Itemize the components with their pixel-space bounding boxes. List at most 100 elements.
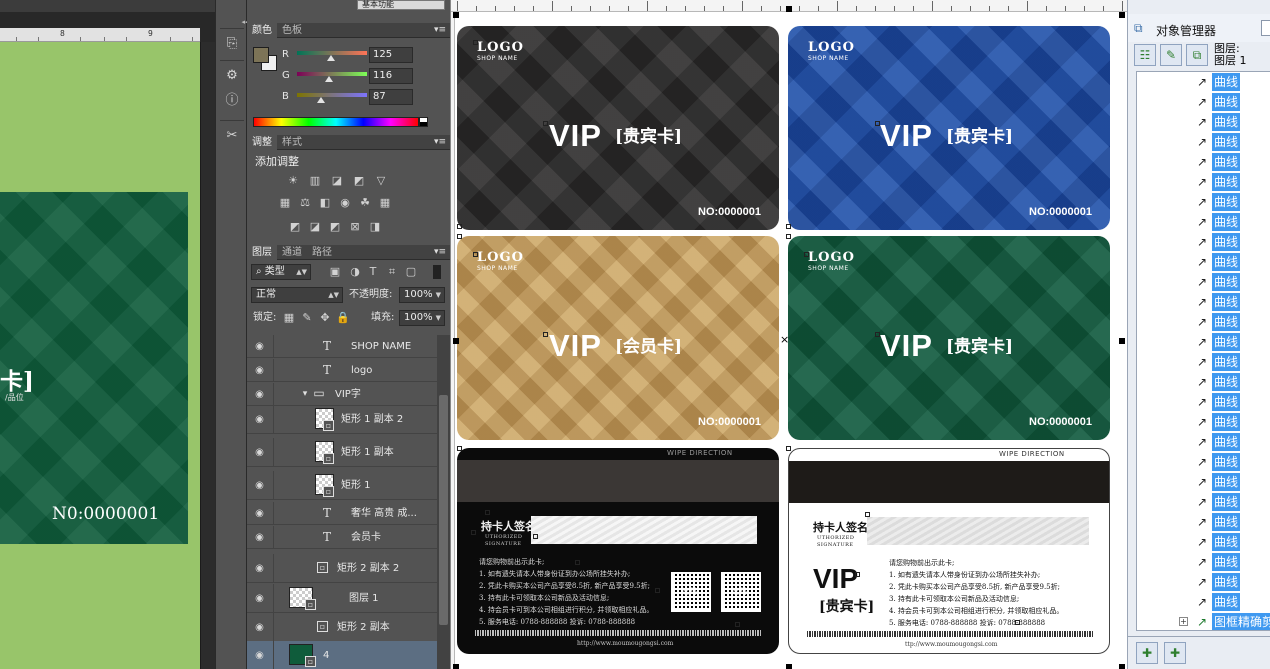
layer-row[interactable]: ◉ ▫ 矩形 1 副本 (247, 438, 437, 467)
selection-handle[interactable] (786, 664, 792, 669)
hue-saturation-icon[interactable]: ▦ (277, 196, 293, 210)
tree-item-curve[interactable]: ↗ 曲线 (1137, 272, 1270, 292)
green-value-input[interactable]: 116 (369, 68, 413, 84)
card-front-green[interactable]: LOGO SHOP NAME VIP [贵宾卡] NO:0000001 (788, 236, 1110, 440)
path-node[interactable] (543, 121, 548, 126)
visibility-eye-icon[interactable]: ◉ (254, 389, 265, 400)
scrollbar-thumb[interactable] (439, 395, 448, 625)
card-front-dark[interactable]: LOGO SHOP NAME VIP [贵宾卡] NO:0000001 (457, 26, 779, 230)
tree-item-curve[interactable]: ↗ 曲线 (1137, 372, 1270, 392)
path-node[interactable] (855, 572, 860, 577)
photoshop-canvas-area[interactable]: 8 9 卡] /品位 N0:0000001 (0, 0, 215, 669)
path-node[interactable] (655, 588, 660, 593)
tree-item-curve[interactable]: ↗ 曲线 (1137, 172, 1270, 192)
lock-all-icon[interactable]: 🔒 (335, 311, 351, 325)
exposure-icon[interactable]: ◩ (351, 174, 367, 188)
tree-item-powerclip[interactable]: + ↗ 图框精确剪 (1137, 612, 1270, 630)
canvas-vertical-scrollbar[interactable] (200, 42, 215, 669)
selection-handle[interactable] (1119, 664, 1125, 669)
tree-item-curve[interactable]: ↗ 曲线 (1137, 452, 1270, 472)
path-node[interactable] (457, 224, 462, 229)
tab-styles[interactable]: 样式 (277, 135, 307, 150)
path-node[interactable] (1015, 620, 1020, 625)
path-node[interactable] (865, 512, 870, 517)
black-white-swatch[interactable] (419, 117, 428, 127)
card-back-dark[interactable]: WIPE DIRECTION 持卡人签名 UTHORIZED SIGNATURE 请您购… (457, 448, 779, 654)
red-slider-thumb[interactable] (327, 55, 336, 61)
panel-menu-icon[interactable]: ▾≡ (434, 135, 446, 150)
path-node[interactable] (875, 332, 880, 337)
color-balance-icon[interactable]: ⚖ (297, 196, 313, 210)
path-node[interactable] (533, 534, 538, 539)
tree-item-curve[interactable]: ↗ 曲线 (1137, 512, 1270, 532)
lock-image-icon[interactable]: ✎ (299, 311, 315, 325)
selection-handle[interactable] (1119, 338, 1125, 344)
gradient-map-icon[interactable]: ⊠ (347, 220, 363, 234)
coreldraw-workspace[interactable]: LOGO SHOP NAME VIP [贵宾卡] NO:0000001 LOGO SHOP … (450, 0, 1127, 669)
path-node[interactable] (473, 40, 478, 45)
rotation-center-icon[interactable]: × (780, 334, 789, 345)
tree-item-curve[interactable]: ↗ 曲线 (1137, 392, 1270, 412)
visibility-eye-icon[interactable]: ◉ (254, 480, 265, 491)
visibility-eye-icon[interactable]: ◉ (254, 508, 265, 519)
tree-item-curve[interactable]: ↗ 曲线 (1137, 352, 1270, 372)
path-node[interactable] (786, 234, 791, 239)
layer-manager-icon[interactable]: ⧉ (1186, 44, 1208, 66)
panel-options-button[interactable] (1261, 20, 1270, 36)
lock-position-icon[interactable]: ✥ (317, 311, 333, 325)
fill-input[interactable]: 100% ▼ (399, 310, 445, 326)
photo-filter-icon[interactable]: ◉ (337, 196, 353, 210)
blue-slider-thumb[interactable] (316, 97, 325, 103)
path-node[interactable] (786, 224, 791, 229)
layer-row[interactable]: ◉ ▫ 矩形 2 副本 (247, 613, 437, 642)
path-node[interactable] (786, 446, 791, 451)
card-front-blue[interactable]: LOGO SHOP NAME VIP [贵宾卡] NO:0000001 (788, 26, 1110, 230)
layer-row[interactable]: ◉ ▫ 矩形 1 副本 2 (247, 405, 437, 434)
blue-value-input[interactable]: 87 (369, 89, 413, 105)
filter-type-icon[interactable]: T (365, 265, 381, 279)
tree-item-curve[interactable]: ↗ 曲线 (1137, 152, 1270, 172)
tree-item-curve[interactable]: ↗ 曲线 (1137, 112, 1270, 132)
tree-item-curve[interactable]: ↗ 曲线 (1137, 252, 1270, 272)
tab-layers[interactable]: 图层 (247, 245, 277, 260)
selection-handle[interactable] (453, 12, 459, 18)
brightness-icon[interactable]: ☀ (285, 174, 301, 188)
card-back-light[interactable]: WIPE DIRECTION 持卡人签名 UTHORIZED SIGNATURE 请您购… (788, 448, 1110, 654)
layer-row[interactable]: ◉ ▫ 4 (247, 641, 437, 669)
document-canvas[interactable]: 卡] /品位 N0:0000001 (0, 42, 200, 669)
tree-item-curve[interactable]: ↗ 曲线 (1137, 312, 1270, 332)
tree-item-curve[interactable]: ↗ 曲线 (1137, 552, 1270, 572)
layer-row[interactable]: ◉ Tlogo (247, 359, 437, 382)
layer-row[interactable]: ◉ ▫ 矩形 2 副本 2 (247, 554, 437, 583)
path-node[interactable] (471, 530, 476, 535)
tree-item-curve[interactable]: ↗ 曲线 (1137, 572, 1270, 592)
tree-item-curve[interactable]: ↗ 曲线 (1137, 332, 1270, 352)
panel-menu-icon[interactable]: ▾≡ (434, 245, 446, 260)
blend-mode-dropdown[interactable]: 正常 ▲▼ (251, 287, 343, 303)
tree-item-curve[interactable]: ↗ 曲线 (1137, 232, 1270, 252)
history-icon[interactable]: ⎘ (223, 36, 241, 52)
tree-item-curve[interactable]: ↗ 曲线 (1137, 492, 1270, 512)
filter-toggle-icon[interactable] (433, 265, 441, 279)
layer-row[interactable]: ◉ T 会员卡 (247, 526, 437, 549)
levels-icon[interactable]: ▥ (307, 174, 323, 188)
layer-row[interactable]: ◉ ▾ ▭ VIP字 (247, 383, 437, 406)
filter-shape-icon[interactable]: ⌗ (384, 265, 400, 279)
selection-handle[interactable] (453, 664, 459, 669)
selection-handle[interactable] (1119, 12, 1125, 18)
path-node[interactable] (575, 560, 580, 565)
selection-handle[interactable] (786, 6, 792, 12)
selective-color-icon[interactable]: ◨ (367, 220, 383, 234)
visibility-eye-icon[interactable]: ◉ (254, 414, 265, 425)
black-white-icon[interactable]: ◧ (317, 196, 333, 210)
tree-item-curve[interactable]: ↗ 曲线 (1137, 92, 1270, 112)
show-properties-icon[interactable]: ☷ (1134, 44, 1156, 66)
path-node[interactable] (473, 252, 478, 257)
expand-plus-icon[interactable]: + (1179, 617, 1188, 626)
layer-filter-dropdown[interactable]: ⌕ 类型 ▲▼ (251, 264, 311, 280)
tools-icon[interactable]: ✂ (223, 128, 241, 144)
panel-menu-icon[interactable]: ▾≡ (434, 23, 446, 38)
visibility-eye-icon[interactable]: ◉ (254, 532, 265, 543)
foreground-color-swatch[interactable] (253, 47, 269, 63)
tree-item-curve[interactable]: ↗ 曲线 (1137, 592, 1270, 612)
